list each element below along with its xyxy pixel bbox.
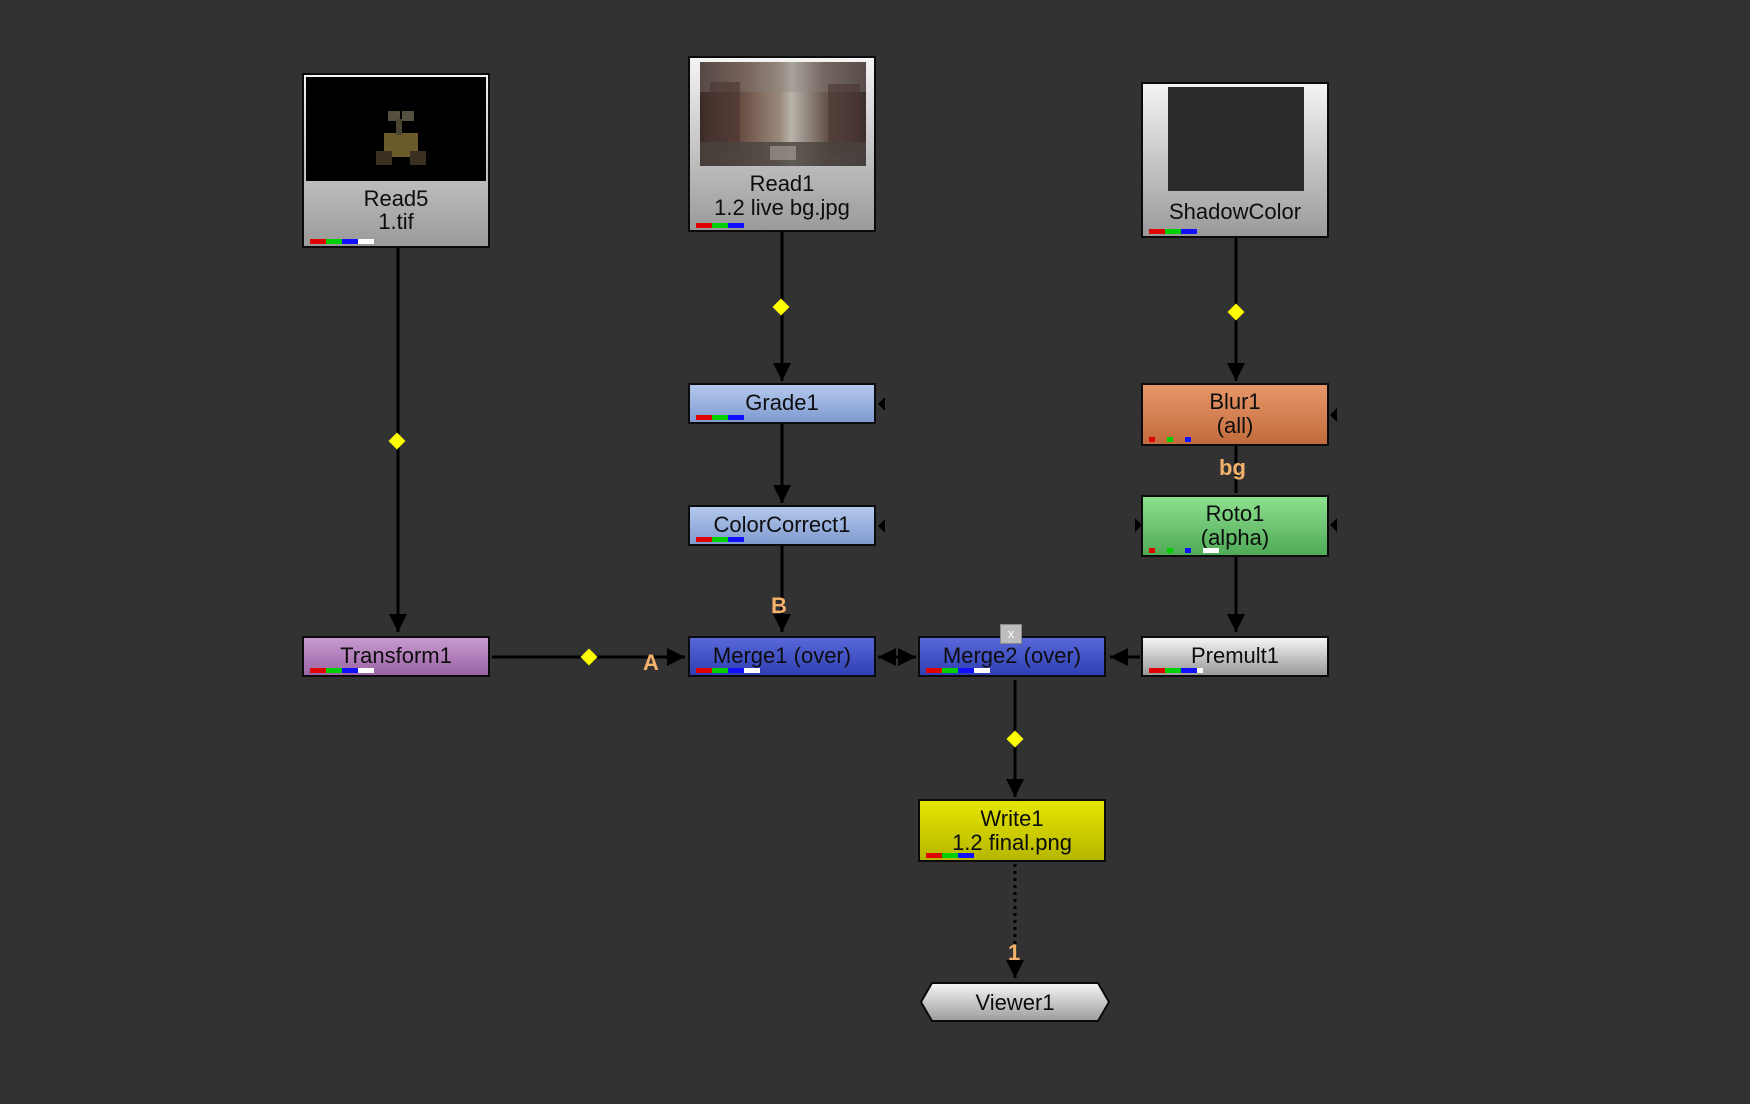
blur1-title: Blur1 xyxy=(1209,389,1261,414)
transform1-title: Transform1 xyxy=(340,643,452,668)
shadowcolor-node[interactable]: ShadowColor xyxy=(1141,82,1329,238)
mask-input-arrow[interactable] xyxy=(1330,518,1337,532)
read1-subtitle: 1.2 live bg.jpg xyxy=(714,195,850,220)
write1-subtitle: 1.2 final.png xyxy=(952,830,1072,855)
read1-title: Read1 xyxy=(749,171,815,196)
roto1-input-bg-label: bg xyxy=(1219,455,1246,480)
blur1-subtitle: (all) xyxy=(1216,413,1254,438)
blur1-node[interactable]: Blur1 (all) xyxy=(1141,383,1329,446)
roto1-subtitle: (alpha) xyxy=(1200,525,1270,550)
premult1-channels xyxy=(1149,668,1203,673)
read5-subtitle: 1.tif xyxy=(378,209,414,234)
premult1-title: Premult1 xyxy=(1190,643,1280,668)
merge2-disable-toggle[interactable]: x xyxy=(1000,624,1022,644)
merge1-title: Merge1 (over) xyxy=(712,643,852,668)
read1-channels xyxy=(696,223,744,228)
viewer1-input-label: 1 xyxy=(1008,940,1021,965)
pipe-dot[interactable] xyxy=(580,648,598,666)
pipe-dot[interactable] xyxy=(1006,730,1024,748)
pipe-dot[interactable] xyxy=(772,298,790,316)
grade1-channels xyxy=(696,415,744,420)
transform1-node[interactable]: Transform1 xyxy=(302,636,490,677)
pipe-dot[interactable] xyxy=(388,432,406,450)
merge1-input-b-label: B xyxy=(771,593,787,618)
read1-thumbnail xyxy=(700,62,866,166)
pipe-dot[interactable] xyxy=(1227,303,1245,321)
premult1-node[interactable]: Premult1 xyxy=(1141,636,1329,677)
read5-title: Read5 xyxy=(363,186,429,211)
shadowcolor-title: ShadowColor xyxy=(1168,199,1302,224)
write1-title: Write1 xyxy=(980,806,1044,831)
merge1-channels xyxy=(696,668,760,673)
roto1-node[interactable]: Roto1 (alpha) xyxy=(1141,495,1329,557)
read5-channels xyxy=(310,239,374,244)
shadowcolor-swatch xyxy=(1168,87,1304,191)
mask-input-arrow[interactable] xyxy=(878,519,885,533)
write1-node[interactable]: Write1 1.2 final.png xyxy=(918,799,1106,862)
alley-image xyxy=(700,62,866,166)
merge1-node[interactable]: Merge1 (over) xyxy=(688,636,876,677)
grade1-node[interactable]: Grade1 xyxy=(688,383,876,424)
viewer1-node[interactable]: Viewer1 xyxy=(920,982,1110,1022)
read5-node[interactable]: Read5 1.tif xyxy=(302,73,490,248)
grade1-title: Grade1 xyxy=(745,390,819,415)
merge2-channels xyxy=(926,668,990,673)
write1-channels xyxy=(926,853,974,858)
roto1-channels xyxy=(1149,548,1231,553)
colorcorrect1-channels xyxy=(696,537,744,542)
merge1-input-a-label: A xyxy=(643,650,659,675)
shadowcolor-channels xyxy=(1149,229,1197,234)
blur1-channels xyxy=(1149,437,1203,442)
robot-image xyxy=(376,111,426,165)
transform1-channels xyxy=(310,668,374,673)
mask-input-arrow[interactable] xyxy=(878,397,885,411)
read1-node[interactable]: Read1 1.2 live bg.jpg xyxy=(688,56,876,232)
mask-input-arrow[interactable] xyxy=(1330,408,1337,422)
viewer1-title: Viewer1 xyxy=(975,990,1055,1015)
colorcorrect1-node[interactable]: ColorCorrect1 xyxy=(688,505,876,546)
roto1-title: Roto1 xyxy=(1205,501,1265,526)
read5-thumbnail xyxy=(306,77,486,181)
colorcorrect1-title: ColorCorrect1 xyxy=(713,512,851,537)
